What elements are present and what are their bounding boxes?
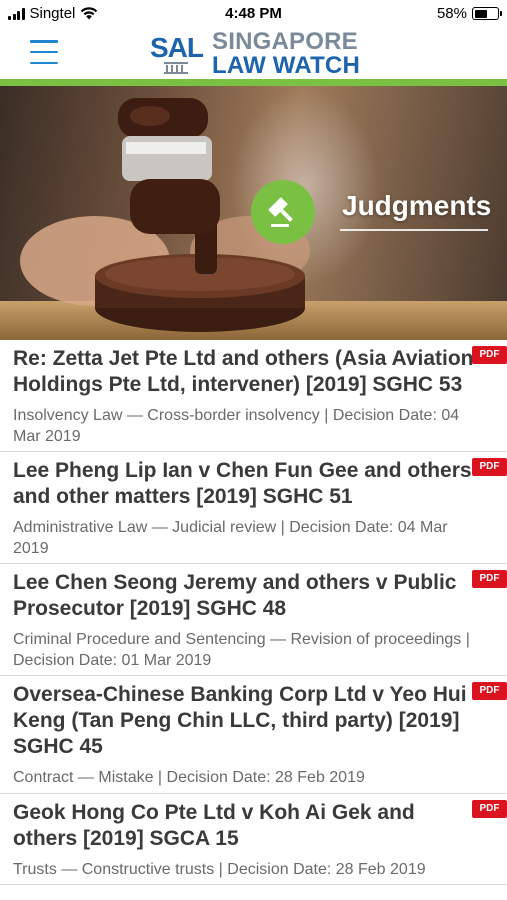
logo-line2: LAW WATCH bbox=[212, 52, 360, 79]
app-logo[interactable]: SAL SINGAPORE LAW WATCH bbox=[150, 30, 360, 78]
pdf-icon[interactable]: PDF bbox=[472, 458, 507, 476]
judgment-meta: Contract — Mistake | Decision Date: 28 F… bbox=[13, 769, 365, 786]
banner-title: Judgments bbox=[342, 190, 492, 221]
judgment-meta: Administrative Law — Judicial review | D… bbox=[13, 519, 448, 557]
logo-text: SINGAPORE LAW WATCH bbox=[212, 30, 360, 78]
judgment-title[interactable]: Geok Hong Co Pte Ltd v Koh Ai Gek and ot… bbox=[13, 800, 483, 852]
judgment-title[interactable]: Oversea-Chinese Banking Corp Ltd v Yeo H… bbox=[13, 682, 483, 760]
banner-title-underline bbox=[340, 229, 488, 231]
pdf-icon[interactable]: PDF bbox=[472, 570, 507, 588]
judgment-meta: Criminal Procedure and Sentencing — Revi… bbox=[13, 631, 470, 669]
judgment-title[interactable]: Lee Pheng Lip Ian v Chen Fun Gee and oth… bbox=[13, 458, 483, 510]
header-accent-bar bbox=[0, 79, 507, 86]
pdf-icon[interactable]: PDF bbox=[472, 346, 507, 364]
battery-fill bbox=[474, 9, 488, 18]
judgment-meta: Insolvency Law — Cross-border insolvency… bbox=[13, 407, 460, 445]
logo-abbr: SAL bbox=[150, 32, 204, 63]
logo-line1: SINGAPORE bbox=[212, 28, 358, 55]
judgment-item[interactable]: Lee Pheng Lip Ian v Chen Fun Gee and oth… bbox=[0, 452, 507, 564]
judgment-item[interactable]: Geok Hong Co Pte Ltd v Koh Ai Gek and ot… bbox=[0, 794, 507, 885]
status-right: 58% bbox=[436, 5, 502, 22]
judgment-item[interactable]: Oversea-Chinese Banking Corp Ltd v Yeo H… bbox=[0, 676, 507, 794]
gavel-icon bbox=[251, 180, 315, 244]
battery-icon bbox=[472, 7, 502, 20]
gavel-glyph-icon bbox=[268, 197, 293, 227]
judgment-item[interactable]: Re: Zetta Jet Pte Ltd and others (Asia A… bbox=[0, 340, 507, 452]
judgment-item[interactable]: Lee Chen Seong Jeremy and others v Publi… bbox=[0, 564, 507, 676]
pdf-icon[interactable]: PDF bbox=[472, 682, 507, 700]
hamburger-menu-icon[interactable] bbox=[30, 40, 58, 64]
judgment-meta: Trusts — Constructive trusts | Decision … bbox=[13, 860, 426, 878]
judgment-title[interactable]: Lee Chen Seong Jeremy and others v Publi… bbox=[13, 570, 483, 622]
status-time: 4:48 PM bbox=[225, 5, 282, 22]
pillars-icon bbox=[164, 62, 188, 74]
judgments-banner: Judgments bbox=[0, 86, 507, 340]
pdf-icon[interactable]: PDF bbox=[472, 799, 507, 818]
app-header: SAL SINGAPORE LAW WATCH bbox=[0, 28, 507, 79]
judgment-title[interactable]: Re: Zetta Jet Pte Ltd and others (Asia A… bbox=[13, 346, 483, 398]
status-bar: Singtel 4:48 PM 58% bbox=[0, 0, 507, 28]
judgment-list: Re: Zetta Jet Pte Ltd and others (Asia A… bbox=[0, 340, 507, 885]
sal-logo-mark: SAL bbox=[150, 32, 204, 76]
battery-percent: 58% bbox=[436, 5, 467, 22]
